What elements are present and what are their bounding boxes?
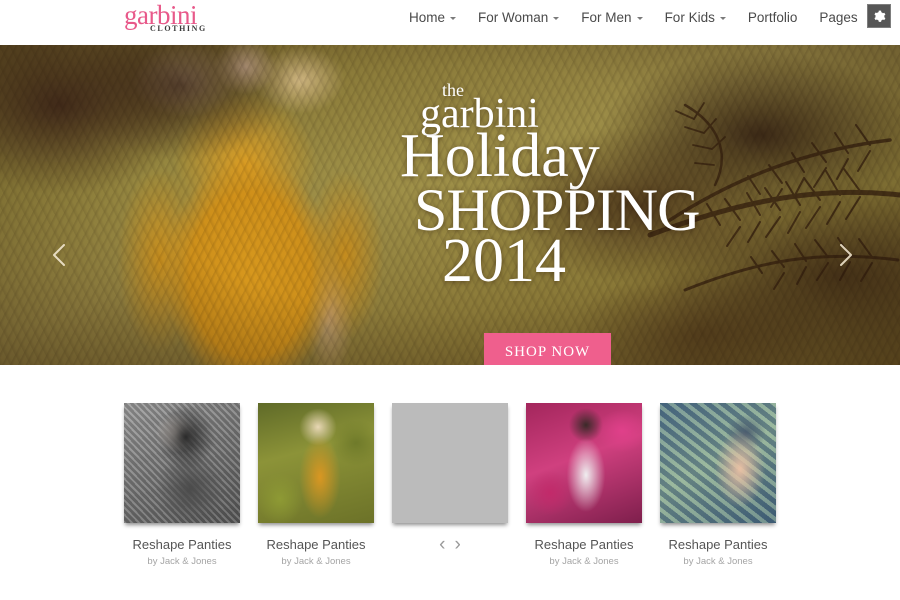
product-thumbnail[interactable] — [124, 403, 240, 523]
hero-line-1: Holiday — [400, 121, 600, 190]
product-card[interactable]: Reshape Panties by Jack & Jones — [124, 403, 240, 567]
nav-item-pages[interactable]: Pages — [808, 10, 868, 25]
product-thumbnail[interactable] — [258, 403, 374, 523]
nav-item-home[interactable]: Home — [398, 10, 467, 25]
product-author: by Jack & Jones — [549, 556, 619, 567]
product-card[interactable]: Reshape Panties by Jack & Jones — [258, 403, 374, 567]
nav-label: Portfolio — [747, 10, 798, 25]
carousel-controls: ‹ › — [392, 535, 508, 554]
product-thumbnail[interactable] — [660, 403, 776, 523]
site-logo[interactable]: garbini CLOTHING — [124, 2, 284, 33]
carousel-next-arrow[interactable]: › — [455, 535, 461, 554]
logo-tagline: CLOTHING — [150, 24, 207, 33]
carousel-prev-arrow[interactable]: ‹ — [439, 535, 445, 554]
product-title: Reshape Panties — [132, 537, 232, 552]
gear-icon — [873, 10, 885, 22]
nav-label: For Woman — [478, 10, 549, 25]
main-navigation: Home For Woman For Men For Kids Portfoli… — [398, 10, 869, 25]
hero-headline-group: the garbini Holiday SHOPPING 2014 — [400, 81, 740, 296]
settings-button[interactable] — [867, 4, 891, 28]
product-carousel: Reshape Panties by Jack & Jones Reshape … — [0, 365, 900, 600]
product-card[interactable]: Reshape Panties by Jack & Jones — [660, 403, 776, 567]
chevron-down-icon — [450, 17, 457, 20]
hero-next-arrow[interactable] — [830, 240, 860, 270]
product-title: Reshape Panties — [668, 537, 768, 552]
shop-now-button[interactable]: SHOP NOW — [484, 333, 611, 365]
nav-label: For Kids — [664, 10, 715, 25]
product-thumbnail[interactable] — [526, 403, 642, 523]
product-thumbnail[interactable] — [392, 403, 508, 523]
product-title: Reshape Panties — [266, 537, 366, 552]
nav-label: For Men — [581, 10, 632, 25]
site-header: garbini CLOTHING Home For Woman For Men … — [0, 0, 900, 45]
nav-item-for-kids[interactable]: For Kids — [654, 10, 737, 25]
nav-label: Pages — [819, 10, 858, 25]
product-card-active[interactable]: ‹ › — [392, 403, 508, 567]
nav-item-for-men[interactable]: For Men — [570, 10, 653, 25]
product-card[interactable]: Reshape Panties by Jack & Jones — [526, 403, 642, 567]
hero-prev-arrow[interactable] — [45, 240, 75, 270]
chevron-down-icon — [553, 17, 560, 20]
product-list: Reshape Panties by Jack & Jones Reshape … — [124, 403, 776, 567]
nav-item-for-woman[interactable]: For Woman — [467, 10, 570, 25]
product-author: by Jack & Jones — [281, 556, 351, 567]
chevron-down-icon — [636, 17, 643, 20]
hero-line-3: 2014 — [442, 227, 566, 296]
product-author: by Jack & Jones — [147, 556, 217, 567]
nav-item-portfolio[interactable]: Portfolio — [737, 10, 809, 25]
product-title: Reshape Panties — [534, 537, 634, 552]
product-author: by Jack & Jones — [683, 556, 753, 567]
nav-label: Home — [409, 10, 446, 25]
hero-slider: the garbini Holiday SHOPPING 2014 SHOP N… — [0, 45, 900, 365]
chevron-down-icon — [719, 17, 726, 20]
